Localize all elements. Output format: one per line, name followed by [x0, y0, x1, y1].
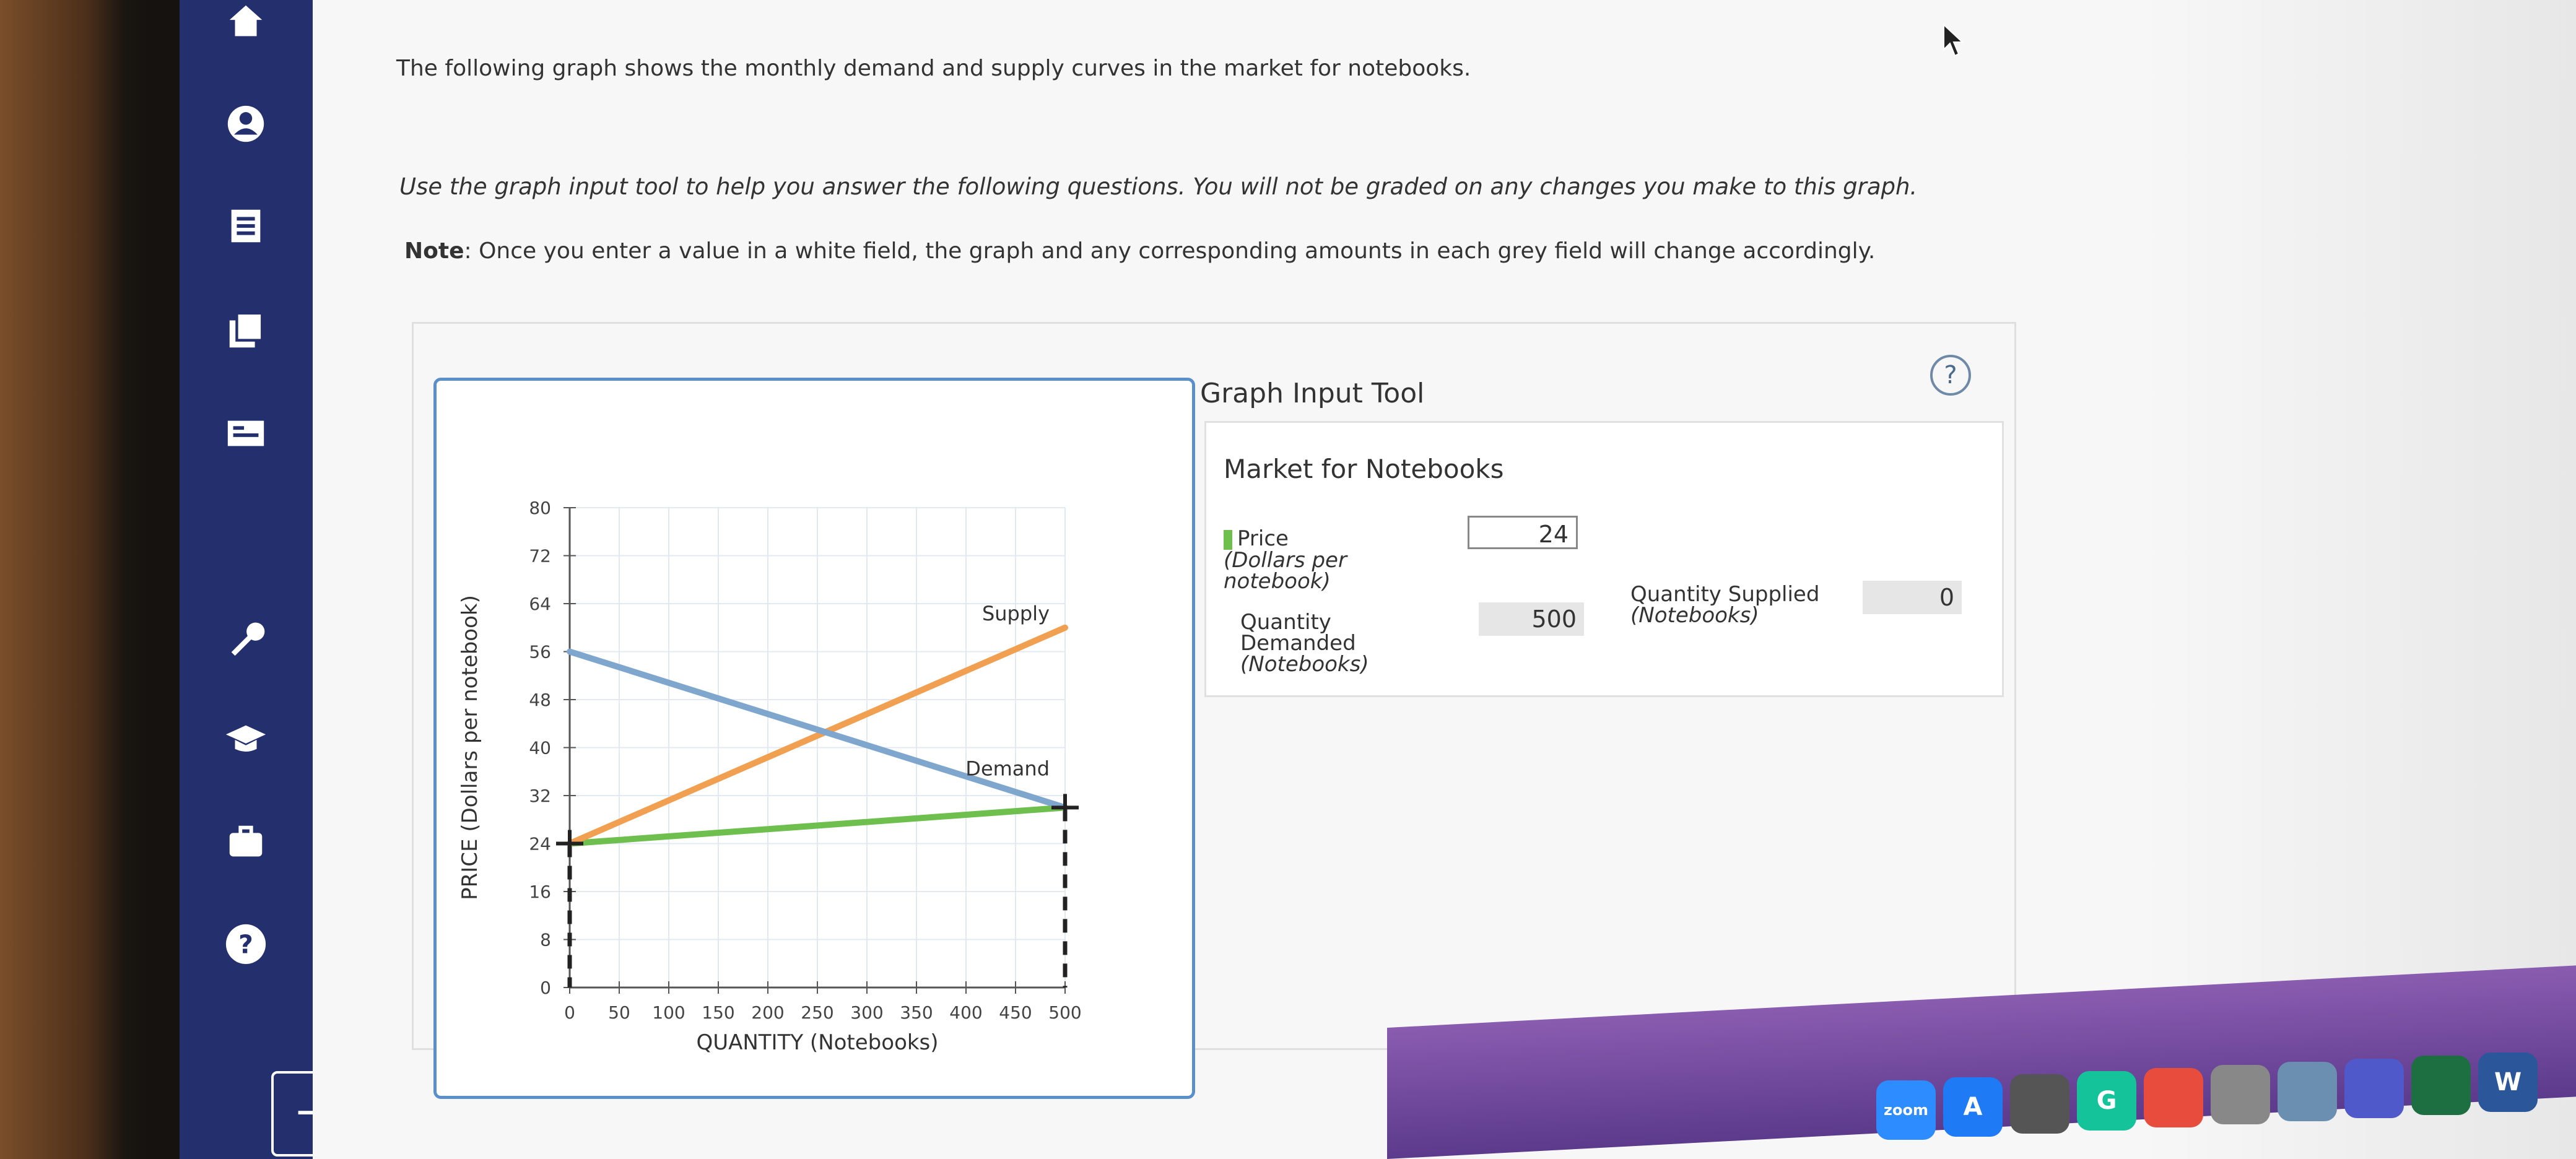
y-tick-label: 72 — [529, 546, 551, 566]
x-tick-label: 350 — [900, 1002, 933, 1023]
app-store-dock-icon[interactable]: A — [1943, 1077, 2003, 1137]
y-tick-label: 0 — [540, 978, 551, 998]
x-tick-label: 250 — [801, 1002, 833, 1023]
note-label: Note — [404, 238, 464, 264]
note-body: : Once you enter a value in a white fiel… — [464, 238, 1876, 264]
y-tick-label: 24 — [529, 834, 551, 854]
x-axis-label: QUANTITY (Notebooks) — [696, 1030, 938, 1055]
market-title: Market for Notebooks — [1224, 454, 1504, 484]
x-tick-label: 200 — [751, 1002, 784, 1023]
quantity-supplied-value: 0 — [1863, 581, 1962, 614]
graph-container: 0 8 16 24 32 40 48 56 64 72 80 0 50 100 150 200 250 300 35… — [433, 378, 1195, 1099]
chatgpt-dock-icon[interactable] — [2211, 1065, 2270, 1124]
document-icon[interactable] — [224, 204, 268, 248]
books-icon[interactable] — [224, 310, 268, 353]
x-tick-label: 50 — [608, 1002, 630, 1023]
preview-dock-icon[interactable] — [2278, 1062, 2337, 1121]
x-tick-label: 500 — [1048, 1002, 1081, 1023]
excel-dock-icon[interactable] — [2411, 1056, 2471, 1115]
user-icon[interactable] — [224, 102, 268, 145]
y-axis-label: PRICE (Dollars per notebook) — [458, 595, 482, 900]
quantity-demanded-label: Quantity Demanded (Notebooks) — [1240, 610, 1369, 677]
price-swatch — [1224, 529, 1232, 550]
y-tick-label: 48 — [529, 690, 551, 710]
home-icon[interactable] — [224, 0, 268, 43]
wrench-icon[interactable] — [224, 616, 268, 659]
supply-label: Supply — [982, 602, 1050, 625]
word-dock-icon[interactable]: W — [2478, 1053, 2538, 1112]
instruction-text: Use the graph input tool to help you ans… — [399, 173, 1918, 200]
intro-text: The following graph shows the monthly de… — [396, 56, 1471, 81]
svg-text:?: ? — [238, 930, 253, 960]
y-tick-label: 80 — [529, 498, 551, 518]
demand-label: Demand — [965, 757, 1050, 780]
help-button[interactable]: ? — [1930, 355, 1971, 396]
chart-svg[interactable]: 0 8 16 24 32 40 48 56 64 72 80 0 50 100 150 200 250 300 35… — [437, 381, 1192, 1096]
price-label: Price (Dollars per notebook) — [1224, 526, 1347, 594]
graph-input-tool-title: Graph Input Tool — [1200, 378, 1425, 409]
y-tick-label: 32 — [529, 786, 551, 806]
y-tick-label: 8 — [540, 930, 551, 950]
briefcase-icon[interactable] — [224, 820, 268, 864]
y-tick-label: 16 — [529, 882, 551, 902]
graduation-cap-icon[interactable] — [224, 718, 268, 762]
x-tick-label: 450 — [999, 1002, 1032, 1023]
grammarly-dock-icon[interactable]: G — [2077, 1071, 2136, 1131]
y-tick-label: 56 — [529, 642, 551, 662]
y-tick-label: 64 — [529, 594, 551, 614]
chrome-dock-icon[interactable] — [2144, 1068, 2203, 1127]
market-panel: Market for Notebooks Price (Dollars per … — [1204, 421, 2004, 697]
card-icon[interactable] — [224, 412, 268, 455]
x-tick-label: 150 — [702, 1002, 734, 1023]
x-tick-label: 300 — [850, 1002, 883, 1023]
zoom-dock-icon[interactable]: zoom — [1876, 1080, 1936, 1140]
y-tick-label: 40 — [529, 738, 551, 758]
settings-dock-icon[interactable] — [2010, 1074, 2069, 1134]
help-icon[interactable]: ? — [224, 922, 268, 966]
x-tick-label: 100 — [652, 1002, 685, 1023]
mouse-cursor — [1943, 24, 1964, 57]
sidebar: ? ⇥ — [180, 0, 357, 1159]
quantity-supplied-label: Quantity Supplied (Notebooks) — [1630, 582, 1820, 628]
note-text: Note: Once you enter a value in a white … — [404, 238, 1875, 264]
price-input[interactable]: 24 — [1468, 516, 1578, 549]
x-tick-label: 0 — [564, 1002, 575, 1023]
quantity-demanded-value: 500 — [1479, 602, 1584, 636]
teams-dock-icon[interactable] — [2344, 1059, 2404, 1118]
x-tick-label: 400 — [949, 1002, 982, 1023]
